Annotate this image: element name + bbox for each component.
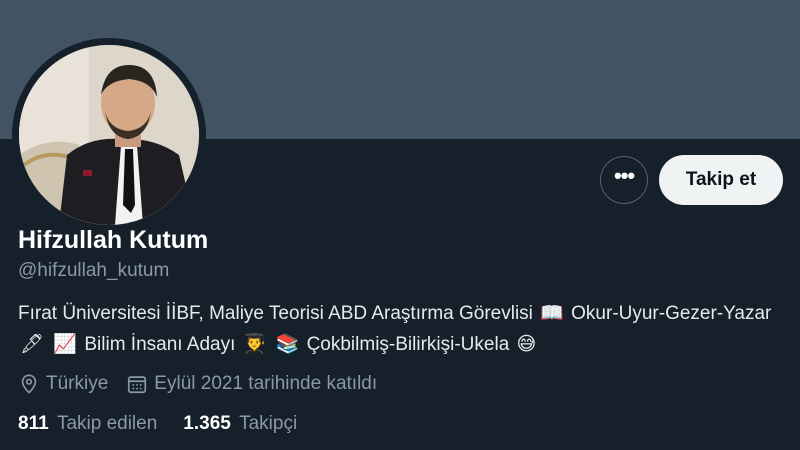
following-link[interactable]: 811 Takip edilen — [18, 413, 157, 435]
joined-text: Eylül 2021 tarihinde katıldı — [154, 373, 378, 394]
location-item: Türkiye — [18, 373, 108, 395]
calendar-icon — [128, 376, 147, 394]
profile-bio: Fırat Üniversitesi İİBF, Maliye Teorisi … — [18, 298, 788, 360]
followers-label: Takipçi — [239, 413, 298, 434]
books-emoji: 📚 — [275, 334, 300, 355]
book-emoji: 📖 — [540, 303, 564, 324]
bio-text-2: Okur-Uyur-Gezer-Yazar — [571, 303, 772, 324]
profile-name: Hifzullah Kutum — [18, 226, 209, 254]
bio-text-3: Bilim İnsanı Adayı — [84, 334, 236, 355]
pen-emoji: 🖋 — [20, 334, 45, 355]
followers-link[interactable]: 1.365 Takipçi — [183, 413, 297, 435]
joined-item: Eylül 2021 tarihinde katıldı — [126, 373, 377, 395]
location-pin-icon — [21, 374, 37, 394]
following-count: 811 — [18, 413, 49, 434]
bio-text-4: Çokbilmiş-Bilirkişi-Ukela — [306, 334, 510, 355]
avatar-photo — [19, 45, 199, 225]
more-options-button[interactable]: ••• — [600, 156, 648, 204]
avatar[interactable] — [19, 45, 199, 225]
more-options-icon: ••• — [613, 163, 635, 188]
profile-stats: 811 Takip edilen 1.365 Takipçi — [18, 413, 323, 435]
bio-text-1: Fırat Üniversitesi İİBF, Maliye Teorisi … — [18, 303, 533, 324]
graduate-emoji: 👨‍🎓 — [242, 334, 267, 355]
following-label: Takip edilen — [56, 413, 158, 434]
chart-emoji: 📈 — [53, 334, 78, 355]
smile-sweat-emoji: 😅 — [516, 334, 537, 355]
followers-count: 1.365 — [183, 413, 231, 434]
profile-handle: @hifzullah_kutum — [18, 260, 170, 281]
location-text: Türkiye — [46, 373, 109, 394]
profile-meta: Türkiye Eylül 2021 tarihinde katıldı — [18, 372, 395, 396]
follow-button[interactable]: Takip et — [659, 155, 783, 205]
